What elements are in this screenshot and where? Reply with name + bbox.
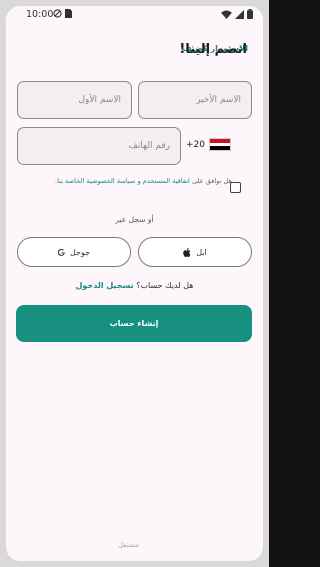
google-icon — [57, 248, 65, 256]
country-code: +20 — [186, 139, 205, 150]
battery-icon — [247, 9, 253, 19]
watermark-logo: مستقل — [118, 541, 139, 549]
status-left-icons — [53, 9, 72, 18]
status-bar: 10:00 — [6, 6, 263, 24]
phone-frame: 10:00 الاستمرار كضيف انضم إلينا! الاسم ا… — [0, 0, 269, 567]
google-signup-button[interactable]: جوجل — [17, 237, 131, 267]
last-name-placeholder: الاسم الأخير — [196, 95, 241, 105]
have-account-question: هل لديك حساب؟ — [133, 281, 194, 290]
apple-label: ابل — [196, 247, 207, 257]
page-title: انضم إلينا! — [179, 42, 247, 57]
sim-card-icon — [65, 9, 72, 18]
terms-text: هل توافق على اتفاقية المستخدم و سياسة ال… — [22, 177, 232, 186]
first-name-placeholder: الاسم الأول — [78, 95, 121, 105]
create-account-button[interactable]: إنشاء حساب — [16, 305, 252, 342]
last-name-field[interactable]: الاسم الأخير — [138, 81, 252, 119]
terms-link[interactable]: اتفاقية المستخدم و سياسة الخصوصية الخاصة… — [57, 177, 190, 185]
egypt-flag-icon — [209, 138, 231, 151]
wifi-icon — [221, 9, 232, 19]
phone-placeholder: رقم الهاتف — [128, 141, 170, 151]
do-not-disturb-icon — [53, 9, 62, 18]
country-code-selector[interactable]: +20 — [186, 138, 231, 151]
have-account-text: هل لديك حساب؟ تسجيل الدخول — [6, 281, 263, 290]
header: الاستمرار كضيف انضم إلينا! — [18, 42, 248, 62]
apple-signup-button[interactable]: ابل — [138, 237, 252, 267]
phone-field[interactable]: رقم الهاتف — [17, 127, 181, 165]
terms-prefix: هل توافق على — [189, 177, 232, 185]
or-register-via: أو سجل عبر — [115, 215, 154, 224]
app-screen: 10:00 الاستمرار كضيف انضم إلينا! الاسم ا… — [6, 6, 263, 561]
terms-checkbox[interactable] — [230, 182, 241, 193]
status-right-icons — [221, 9, 253, 19]
signal-icon — [235, 9, 244, 19]
first-name-field[interactable]: الاسم الأول — [17, 81, 132, 119]
google-label: جوجل — [69, 247, 91, 257]
login-link[interactable]: تسجيل الدخول — [75, 281, 133, 290]
apple-icon — [183, 247, 191, 257]
status-time: 10:00 — [26, 9, 54, 20]
create-account-label: إنشاء حساب — [109, 319, 159, 328]
